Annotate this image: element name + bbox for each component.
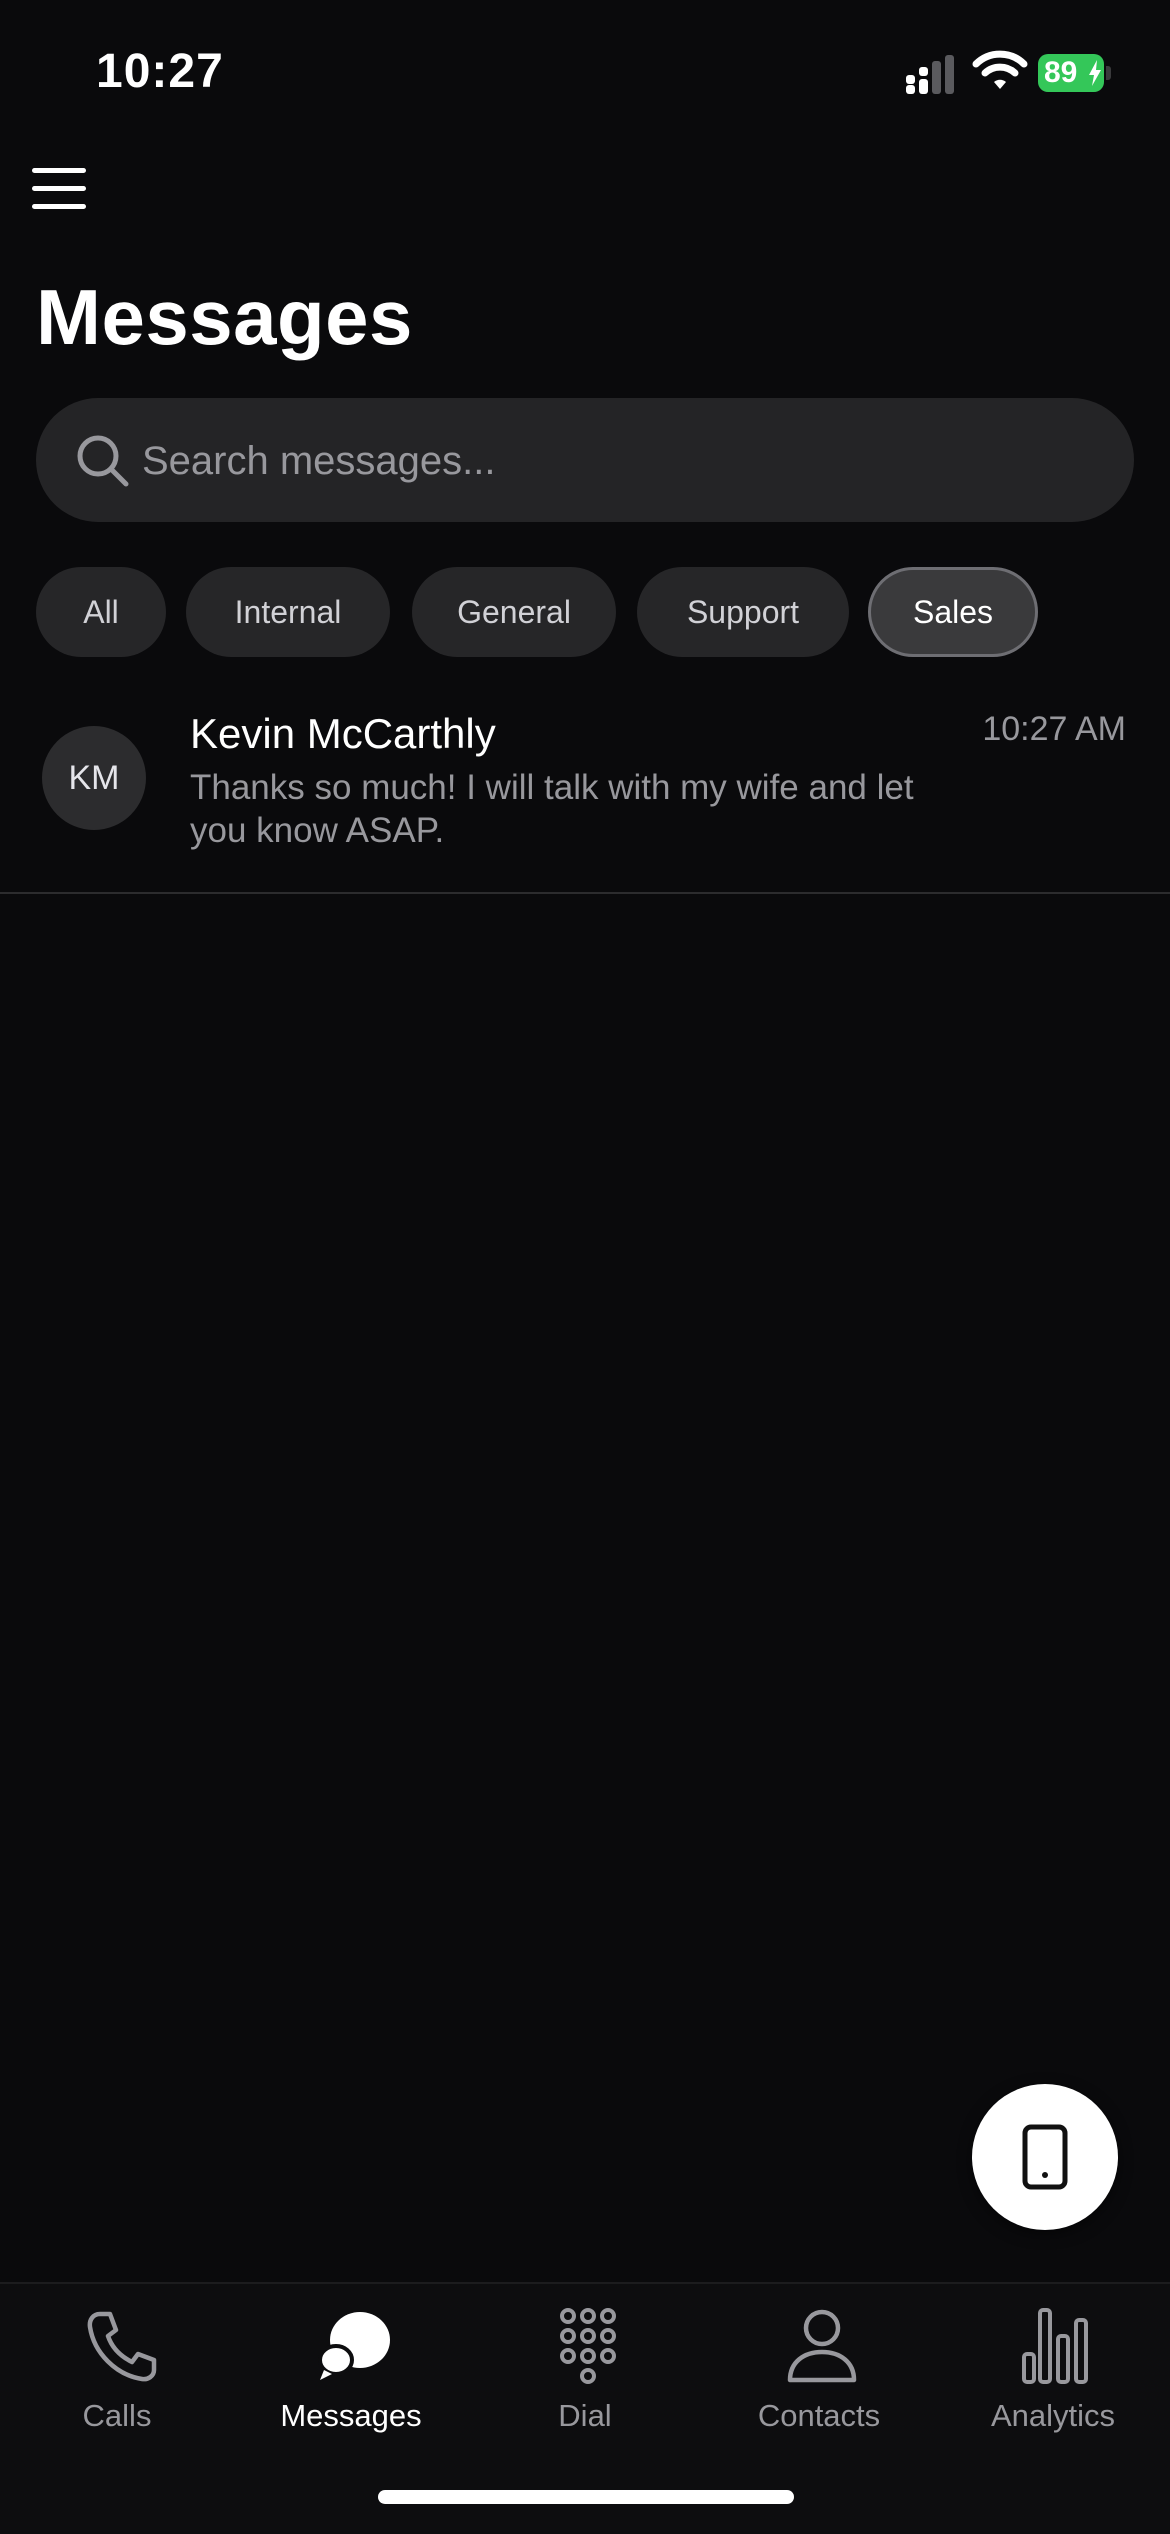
status-bar: 10:27 89 bbox=[0, 0, 1170, 150]
filter-chip-sales[interactable]: Sales bbox=[868, 567, 1038, 657]
battery-indicator: 89 bbox=[1038, 54, 1111, 92]
row-divider bbox=[0, 892, 1170, 894]
message-preview: Thanks so much! I will talk with my wife… bbox=[190, 768, 914, 850]
tab-label-contacts: Contacts bbox=[757, 2398, 881, 2433]
battery-cap bbox=[1106, 66, 1111, 80]
filter-chip-internal[interactable]: Internal bbox=[186, 567, 390, 657]
contact-name: Kevin McCarthly bbox=[190, 710, 496, 757]
phone-icon bbox=[87, 2311, 157, 2382]
search-bar[interactable] bbox=[36, 398, 1134, 522]
avatar: KM bbox=[42, 726, 146, 830]
cellular-signal-icon bbox=[906, 55, 954, 94]
tab-calls[interactable]: Calls bbox=[0, 2300, 234, 2440]
person-icon bbox=[787, 2309, 857, 2383]
tab-label-messages: Messages bbox=[280, 2398, 422, 2433]
status-time: 10:27 bbox=[96, 45, 224, 98]
new-call-fab[interactable] bbox=[972, 2084, 1118, 2230]
conversation-row[interactable]: KM Kevin McCarthly Thanks so much! I wil… bbox=[0, 700, 1170, 894]
filter-chip-support[interactable]: Support bbox=[637, 567, 849, 657]
tab-dial[interactable]: Dial bbox=[468, 2300, 702, 2440]
tab-contacts[interactable]: Contacts bbox=[702, 2300, 936, 2440]
tab-label-dial: Dial bbox=[558, 2398, 612, 2433]
bar-chart-icon bbox=[1022, 2308, 1088, 2384]
hamburger-menu-icon[interactable] bbox=[32, 164, 88, 212]
message-timestamp: 10:27 AM bbox=[982, 710, 1126, 748]
charging-bolt-icon bbox=[1089, 60, 1101, 86]
tab-label-calls: Calls bbox=[82, 2398, 152, 2433]
search-icon bbox=[77, 435, 129, 487]
home-indicator bbox=[378, 2490, 794, 2504]
dialpad-icon bbox=[560, 2308, 616, 2384]
tab-analytics[interactable]: Analytics bbox=[936, 2300, 1170, 2440]
search-input[interactable] bbox=[140, 420, 1104, 502]
filter-chip-all[interactable]: All bbox=[36, 567, 166, 657]
tab-label-analytics: Analytics bbox=[990, 2398, 1116, 2433]
tab-messages[interactable]: Messages bbox=[234, 2300, 468, 2440]
page-title: Messages bbox=[36, 273, 413, 361]
filter-chip-general[interactable]: General bbox=[412, 567, 616, 657]
phone-device-icon bbox=[1022, 2124, 1068, 2190]
wifi-icon bbox=[972, 50, 1028, 89]
chat-bubbles-icon bbox=[318, 2312, 390, 2380]
